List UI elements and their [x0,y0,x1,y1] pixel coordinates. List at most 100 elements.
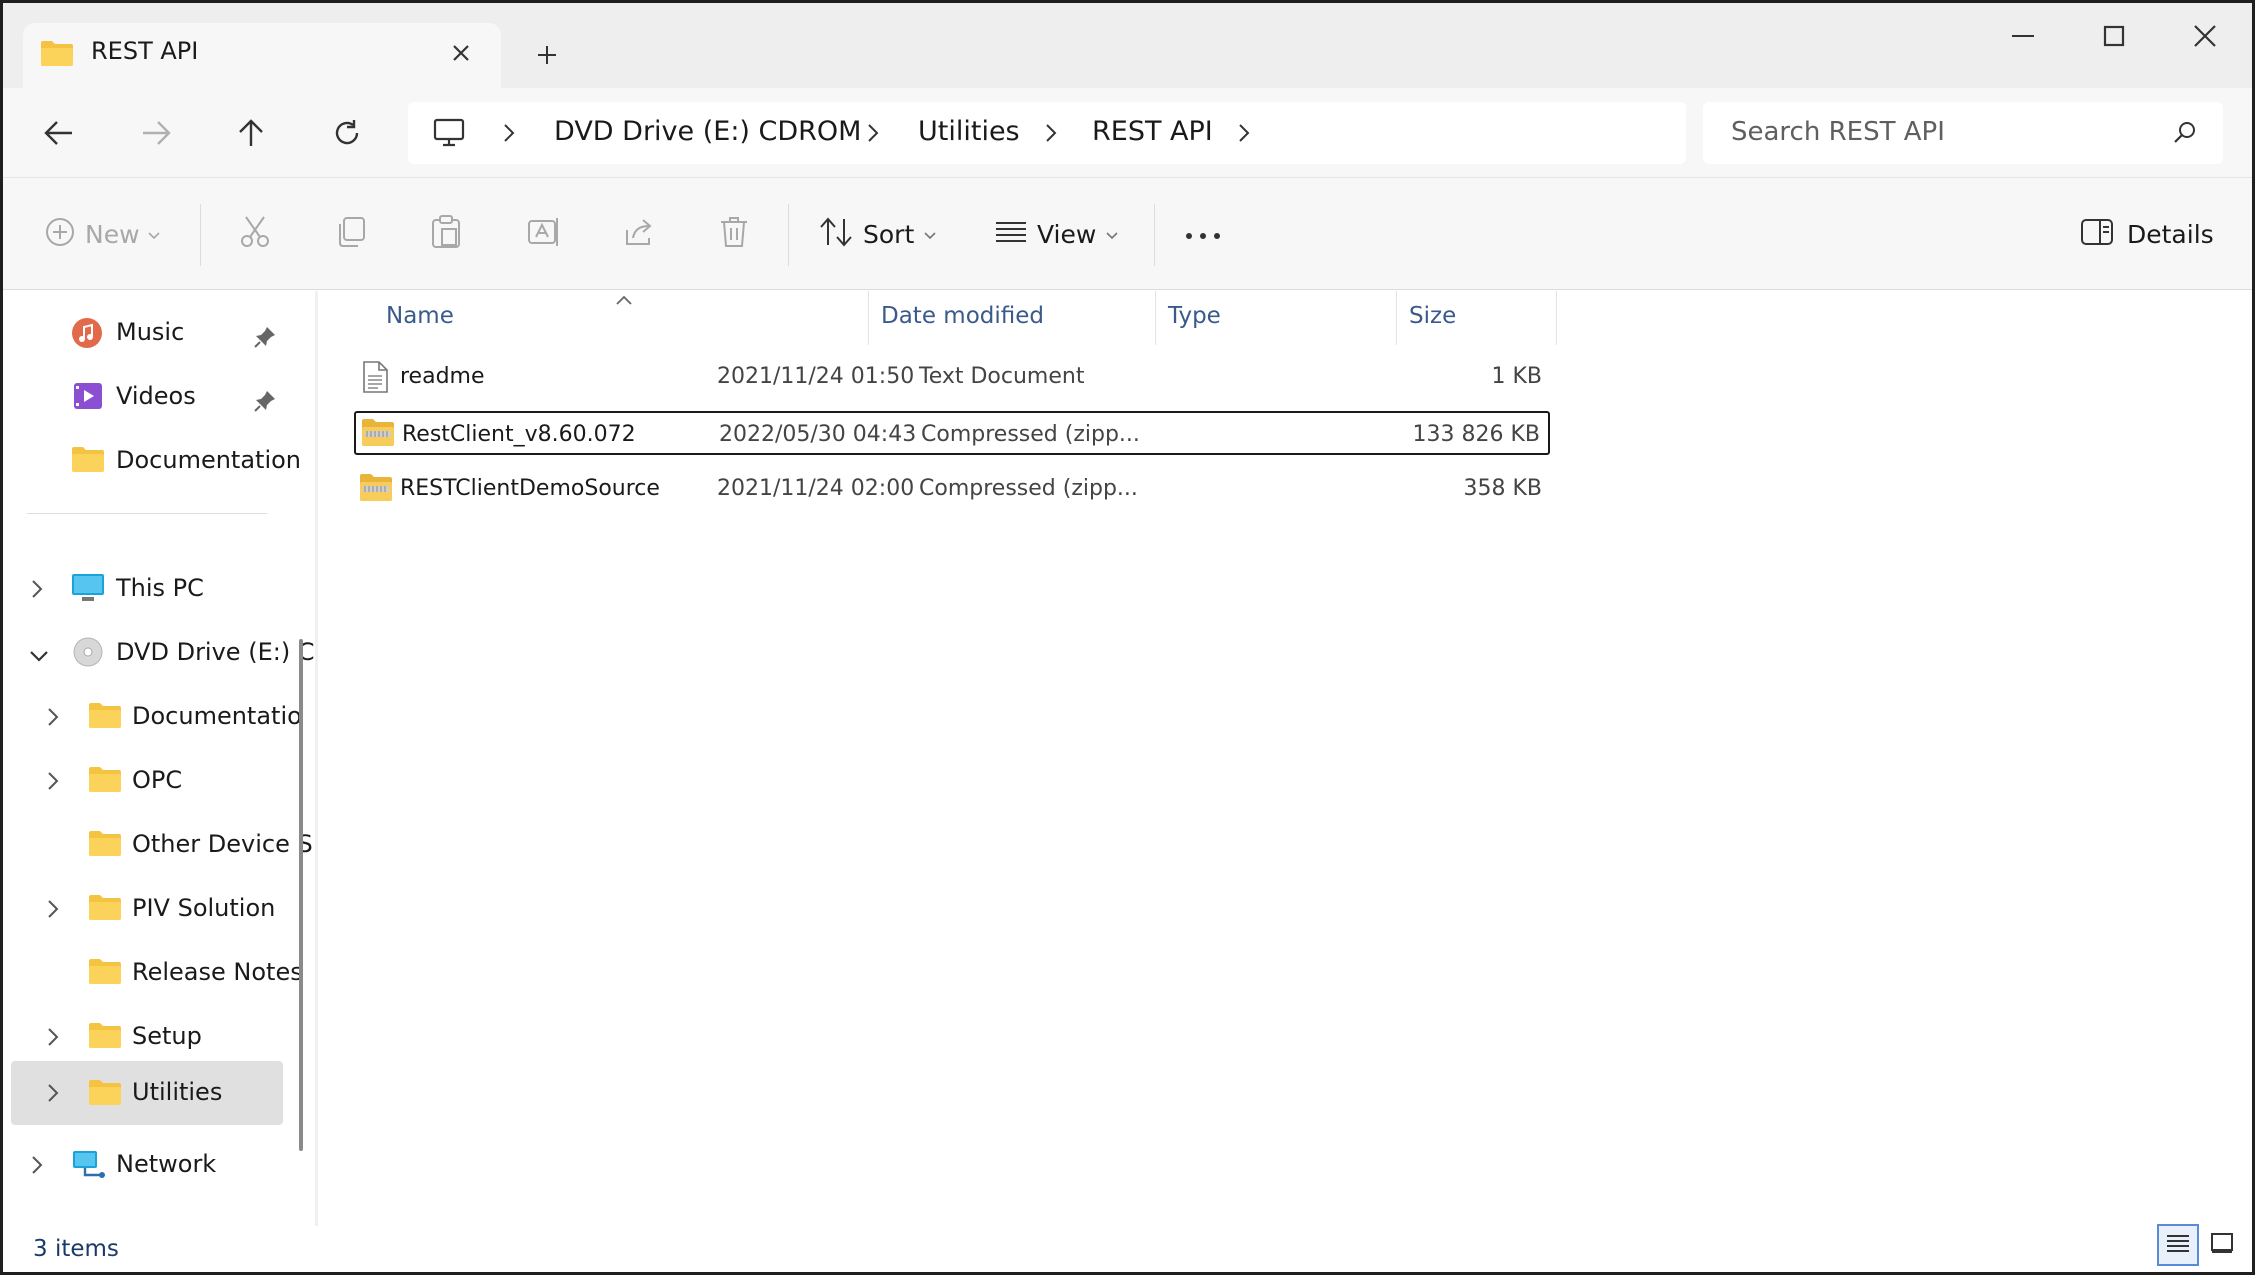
view-label: View [1037,219,1097,249]
sort-button[interactable]: Sort [819,211,936,257]
nav-item-other-device[interactable]: Other Device S [3,815,313,875]
share-button[interactable] [623,211,657,257]
copy-button[interactable] [336,211,368,257]
delete-button[interactable] [719,211,749,257]
nav-item-release-notes[interactable]: Release Notes [3,943,303,1003]
back-button[interactable] [32,106,86,160]
computer-icon[interactable] [433,118,465,152]
folder-icon [88,765,122,797]
nav-item-network[interactable]: Network [3,1135,303,1195]
search-icon[interactable] [2173,120,2197,148]
nav-item-label: Documentatio [132,702,302,730]
music-icon [71,317,103,353]
nav-item-utilities[interactable]: Utilities [11,1061,283,1125]
nav-item-setup[interactable]: Setup [3,1007,303,1067]
computer-icon [71,573,105,607]
breadcrumb-utilities[interactable]: Utilities [918,116,1020,147]
file-size: 1 KB [1491,364,1542,389]
tab-rest-api[interactable]: REST API [23,23,501,88]
column-header-size[interactable]: Size [1409,303,1456,329]
dvd-icon [73,637,103,671]
new-button[interactable]: New [45,211,160,257]
sort-ascending-icon [615,291,633,310]
details-label: Details [2127,219,2214,249]
file-name: RestClient_v8.60.072 [402,422,636,447]
close-window-button[interactable] [2175,13,2235,58]
maximize-button[interactable] [2084,13,2144,58]
file-row-readme[interactable]: readme 2021/11/24 01:50 Text Document 1 … [354,355,1550,399]
refresh-button[interactable] [320,106,374,160]
forward-button[interactable] [129,106,183,160]
up-button[interactable] [224,106,278,160]
new-tab-button[interactable] [523,33,571,77]
nav-item-label: Setup [132,1022,202,1050]
breadcrumb-rest-api[interactable]: REST API [1092,116,1213,147]
chevron-right-icon[interactable] [867,123,879,147]
folder-icon [88,893,122,925]
nav-item-videos[interactable]: Videos [3,367,303,427]
file-explorer-window: REST API DVD Drive (E:) CDROM Utilities … [0,0,2255,1275]
chevron-right-icon[interactable] [47,771,59,795]
column-header-date-modified[interactable]: Date modified [881,303,1044,329]
details-view-button[interactable] [2157,1224,2199,1266]
chevron-right-icon[interactable] [31,579,43,603]
nav-item-dvd-drive[interactable]: DVD Drive (E:) C [3,623,315,683]
chevron-right-icon[interactable] [1045,123,1057,147]
pin-icon [253,389,277,417]
file-date: 2022/05/30 04:43 [719,422,917,447]
chevron-right-icon[interactable] [503,123,515,147]
status-bar: 3 items [3,1226,2252,1272]
search-input[interactable]: Search REST API [1703,102,2223,164]
column-header-type[interactable]: Type [1168,303,1221,329]
nav-item-label: Network [116,1150,217,1178]
nav-item-piv-solution[interactable]: PIV Solution [3,879,303,939]
chevron-down-icon [924,225,936,244]
navigation-pane: Music Videos Documentation This PC DVD D… [3,291,315,1226]
file-type: Compressed (zipp... [921,422,1140,447]
nav-scrollbar-thumb[interactable] [299,639,303,1151]
folder-icon [88,1021,122,1053]
add-icon [45,217,75,251]
nav-item-opc[interactable]: OPC [3,751,303,811]
more-options-button[interactable] [1185,211,1221,257]
large-icons-view-button[interactable] [2201,1224,2243,1266]
tab-title: REST API [91,37,199,65]
zip-folder-icon [359,472,393,506]
breadcrumb-dvd-drive[interactable]: DVD Drive (E:) CDROM [554,116,861,147]
pin-icon [253,325,277,353]
file-size: 358 KB [1463,476,1542,501]
copy-icon [336,216,368,252]
details-pane-button[interactable]: Details [2081,211,2214,257]
nav-item-label: This PC [116,574,204,602]
tiles-view-icon [2210,1232,2234,1258]
details-view-icon [2166,1233,2190,1257]
column-header-name[interactable]: Name [386,303,454,329]
chevron-right-icon[interactable] [47,1083,59,1107]
chevron-right-icon[interactable] [47,1027,59,1051]
chevron-right-icon[interactable] [1238,123,1250,147]
chevron-right-icon[interactable] [47,707,59,731]
close-tab-icon[interactable] [441,33,481,73]
nav-item-this-pc[interactable]: This PC [3,559,303,619]
rename-button[interactable] [527,211,561,257]
file-date: 2021/11/24 01:50 [717,364,915,389]
cut-button[interactable] [239,211,271,257]
breadcrumb[interactable]: DVD Drive (E:) CDROM Utilities REST API [408,102,1686,164]
chevron-down-icon[interactable] [29,647,49,666]
paste-button[interactable] [431,211,461,257]
nav-item-label: Documentation [116,446,302,474]
file-row-restclientdemosource[interactable]: RESTClientDemoSource 2021/11/24 02:00 Co… [354,467,1550,511]
file-row-restclient[interactable]: RestClient_v8.60.072 2022/05/30 04:43 Co… [354,411,1550,455]
chevron-right-icon[interactable] [31,1155,43,1179]
nav-item-music[interactable]: Music [3,303,303,363]
chevron-right-icon[interactable] [47,899,59,923]
item-count: 3 items [33,1236,119,1262]
videos-icon [73,381,103,415]
view-icon [995,220,1027,248]
nav-item-documentation[interactable]: Documentation [3,431,303,491]
search-placeholder: Search REST API [1731,117,1945,147]
minimize-button[interactable] [1993,13,2053,58]
nav-item-documentation-sub[interactable]: Documentatio [3,687,303,747]
view-button[interactable]: View [995,211,1118,257]
file-name: RESTClientDemoSource [400,476,660,501]
